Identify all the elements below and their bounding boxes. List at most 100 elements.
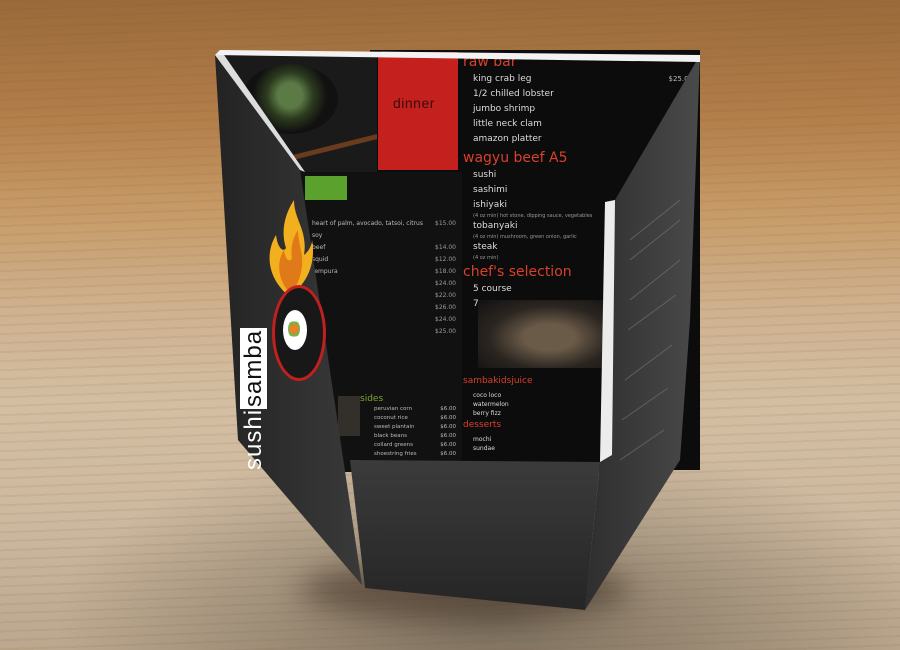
item-name: sushi	[473, 170, 497, 180]
list-item: jumbo shrimp $6.00	[463, 102, 693, 117]
list-item: ishiyaki	[463, 198, 693, 213]
item-name: peruvian corn	[374, 406, 413, 412]
kids-list: coco loco watermelon berry fizz	[463, 391, 603, 418]
list-item: 1/2 chilled lobster MP	[463, 87, 693, 102]
item-name: sundae	[473, 445, 495, 452]
table-surface: dinner raw bar king crab leg $25.00 1/2 ch…	[0, 0, 900, 650]
kids-section: sambakidsjuice coco loco watermelon berry …	[463, 374, 603, 453]
soup-photo	[222, 52, 377, 172]
item-name: watermelon	[473, 401, 509, 408]
list-item: $25.00	[312, 326, 456, 338]
list-item: 5 course	[463, 282, 693, 297]
list-item: sashimi	[463, 183, 693, 198]
list-item: coconut rice $6.00	[374, 414, 456, 423]
list-item: squid $12.00	[312, 254, 456, 266]
item-name: steak	[473, 242, 498, 252]
item-price: $6.00	[440, 406, 456, 412]
list-item: collard greens $6.00	[374, 441, 456, 450]
list-item: peruvian corn $6.00	[374, 405, 456, 414]
item-name: 1/2 chilled lobster	[473, 89, 554, 99]
item-name: sashimi	[473, 185, 508, 195]
kids-title: sambakidsjuice	[463, 376, 533, 386]
list-item: tobanyaki	[463, 219, 693, 234]
item-price: $18.00	[435, 268, 456, 275]
item-price: $6.00	[440, 451, 456, 457]
item-name: jumbo shrimp	[473, 104, 536, 114]
brand-part2: samba	[240, 327, 267, 409]
item-name: little neck clam	[473, 119, 542, 129]
item-price: $15.00	[435, 220, 456, 227]
item-price: $25.00	[668, 75, 694, 83]
item-price: $6.00	[440, 433, 456, 439]
list-item: tempura $18.00	[312, 266, 456, 278]
list-item: king crab leg $25.00	[463, 72, 693, 87]
list-item: watermelon	[463, 400, 603, 409]
item-price: MP	[682, 90, 693, 98]
sides-title: sides	[360, 394, 384, 404]
list-item: beef $14.00	[312, 242, 456, 254]
list-item: $22.00	[312, 290, 456, 302]
desserts-title: desserts	[463, 420, 502, 430]
list-item: black beans $6.00	[374, 432, 456, 441]
brand-logo: sushisamba	[240, 327, 268, 470]
item-name: berry fizz	[473, 410, 501, 417]
item-price: $24.00	[435, 280, 456, 287]
item-price: $22.00	[435, 292, 456, 299]
item-price: $6.00	[440, 424, 456, 430]
wagyu-list: sushi sashimi ishiyaki (4 oz min) hot stone…	[463, 168, 693, 261]
item-name: king crab leg	[473, 74, 532, 84]
list-item: shoestring fries $6.00	[374, 450, 456, 459]
sides-photo	[338, 396, 360, 436]
dish-photo	[478, 300, 608, 368]
bowl-image	[242, 64, 338, 134]
menu-shadow	[300, 560, 630, 620]
item-price: $6.00	[440, 415, 456, 421]
list-item: sushi	[463, 168, 693, 183]
brand-part1: sushi	[240, 408, 267, 470]
item-price: $25.00	[435, 328, 456, 335]
list-item: mochi	[463, 435, 603, 444]
item-name: 5 course	[473, 284, 512, 294]
raw-bar-list: king crab leg $25.00 1/2 chilled lobster MP…	[463, 72, 693, 147]
chefs-selection-title: chef's selection	[463, 264, 572, 280]
item-name: tempura	[312, 268, 338, 275]
item-name: amazon platter	[473, 134, 542, 144]
list-item: amazon platter	[463, 132, 693, 147]
item-name: sweet plantain	[374, 424, 415, 430]
list-item: steak	[463, 240, 693, 255]
list-item: little neck clam	[463, 117, 693, 132]
item-name: shoestring fries	[374, 451, 417, 457]
list-item: heart of palm, avocado, tatsoi, citrus s…	[312, 218, 456, 242]
sides-list: peruvian corn $6.00 coconut rice $6.00 sweet…	[374, 405, 456, 459]
item-price: $12.00	[435, 256, 456, 263]
dinner-label: dinner	[393, 95, 435, 111]
list-item: coco loco	[463, 391, 603, 400]
raw-bar-title: raw bar	[463, 54, 517, 70]
list-item: $24.00	[312, 314, 456, 326]
right-menu-column: raw bar king crab leg $25.00 1/2 chilled l…	[463, 55, 693, 312]
item-price: $14.00	[435, 244, 456, 251]
middle-menu-list: heart of palm, avocado, tatsoi, citrus s…	[312, 218, 456, 338]
item-name: squid	[312, 256, 329, 263]
item-name: coco loco	[473, 392, 502, 399]
desserts-list: mochi sundae	[463, 435, 603, 453]
item-name: black beans	[374, 433, 407, 439]
red-header-block	[378, 52, 458, 170]
list-item: $24.00	[312, 278, 456, 290]
item-price: $6.00	[672, 105, 693, 113]
list-item: sundae	[463, 444, 603, 453]
green-tab	[305, 176, 347, 200]
item-name: mochi	[473, 436, 492, 443]
list-item: berry fizz	[463, 409, 603, 418]
item-name: heart of palm, avocado, tatsoi, citrus s…	[312, 220, 423, 239]
sushi-roll-icon	[288, 320, 300, 338]
item-price: $26.00	[435, 304, 456, 311]
item-name: collard greens	[374, 442, 413, 448]
flame-logo-icon	[269, 200, 314, 296]
wagyu-title: wagyu beef A5	[463, 150, 568, 166]
list-item: sweet plantain $6.00	[374, 423, 456, 432]
item-name: coconut rice	[374, 415, 408, 421]
item-name: tobanyaki	[473, 221, 518, 231]
item-description: (4 oz min)	[473, 255, 499, 261]
list-item: $26.00	[312, 302, 456, 314]
